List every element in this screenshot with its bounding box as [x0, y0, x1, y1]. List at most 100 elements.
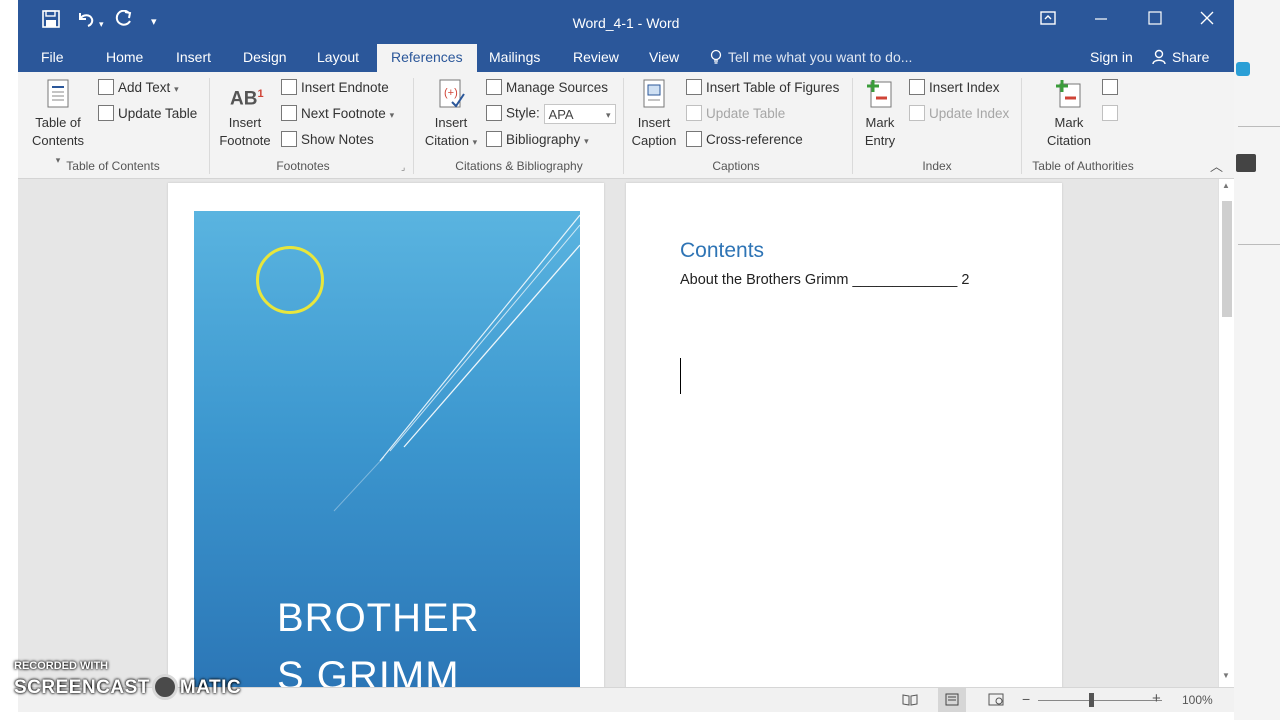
zoom-slider[interactable] — [1038, 700, 1162, 701]
style-selector[interactable]: Style: APA ▾ — [486, 104, 616, 124]
tab-references[interactable]: References — [377, 44, 477, 72]
mark-entry-button[interactable]: Mark Entry — [856, 78, 904, 150]
footnote-icon: AB1 — [230, 78, 264, 110]
update-table-figures-label: Update Table — [706, 106, 786, 121]
style-dropdown[interactable]: APA ▾ — [543, 104, 616, 124]
mark-entry-icon — [867, 80, 892, 108]
dropdown-arrow-icon: ▾ — [472, 137, 478, 147]
update-index-button[interactable]: Update Index — [909, 105, 1009, 123]
background-divider — [1238, 244, 1280, 245]
tell-me-box[interactable]: Tell me what you want to do... — [710, 44, 912, 70]
dropdown-arrow-icon: ▾ — [174, 84, 179, 94]
manage-sources-button[interactable]: Manage Sources — [486, 79, 608, 97]
web-layout-icon[interactable] — [988, 693, 1004, 709]
mark-entry-label-1: Mark — [865, 115, 895, 130]
add-text-button[interactable]: Add Text ▾ — [98, 79, 179, 98]
text-cursor — [680, 358, 681, 394]
dropdown-arrow-icon: ▾ — [584, 136, 589, 146]
insert-index-button[interactable]: Insert Index — [909, 79, 1000, 97]
next-footnote-button[interactable]: Next Footnote ▾ — [281, 105, 394, 124]
tab-layout[interactable]: Layout — [317, 44, 359, 72]
next-footnote-label: Next Footnote — [301, 106, 386, 121]
cover-background: BROTHER S GRIMM — [194, 211, 580, 687]
close-icon[interactable] — [1200, 10, 1214, 30]
dropdown-arrow-icon: ▾ — [606, 110, 611, 120]
group-label-citations: Citations & Bibliography — [455, 159, 583, 173]
insert-index-icon — [909, 79, 925, 95]
add-text-label: Add Text — [118, 80, 171, 95]
background-window-strip — [1234, 0, 1280, 720]
tab-insert[interactable]: Insert — [176, 44, 211, 72]
background-divider — [1238, 126, 1280, 127]
insert-endnote-button[interactable]: Insert Endnote — [281, 79, 389, 97]
insert-endnote-label: Insert Endnote — [301, 80, 389, 95]
update-table-figures-button[interactable]: Update Table — [686, 105, 785, 123]
comment-icon — [1236, 154, 1256, 172]
update-table-icon — [686, 105, 702, 121]
contents-page[interactable]: Contents About the Brothers Grimm ______… — [626, 183, 1062, 687]
tab-home[interactable]: Home — [106, 44, 143, 72]
mouse-cursor-highlight — [256, 246, 324, 314]
mark-citation-button[interactable]: Mark Citation — [1040, 78, 1098, 150]
dropdown-arrow-icon: ▾ — [389, 110, 395, 120]
insert-footnote-button[interactable]: AB1 Insert Footnote — [216, 78, 274, 150]
insert-caption-icon — [643, 79, 665, 108]
manage-sources-label: Manage Sources — [506, 80, 609, 95]
tab-design[interactable]: Design — [243, 44, 287, 72]
cover-title-line2: S GRIMM — [277, 654, 460, 687]
watermark-matic: MATIC — [179, 677, 242, 698]
svg-text:(+): (+) — [444, 87, 458, 99]
tab-file[interactable]: File — [41, 44, 64, 72]
update-table-button[interactable]: Update Table — [98, 105, 197, 123]
print-layout-icon[interactable] — [938, 688, 966, 712]
sign-in-link[interactable]: Sign in — [1090, 44, 1133, 72]
toc-entry[interactable]: About the Brothers Grimm _____________ 2 — [680, 272, 969, 288]
update-table-icon — [98, 105, 114, 121]
tab-review[interactable]: Review — [573, 44, 619, 72]
share-button[interactable]: Share — [1152, 44, 1209, 72]
zoom-out-icon[interactable]: − — [1022, 691, 1030, 707]
minimize-icon[interactable] — [1094, 10, 1108, 30]
add-text-icon — [98, 79, 114, 95]
tab-view[interactable]: View — [649, 44, 679, 72]
maximize-icon[interactable] — [1148, 10, 1162, 30]
zoom-level[interactable]: 100% — [1182, 693, 1213, 707]
insert-citation-button[interactable]: (+) Insert Citation ▾ — [420, 78, 482, 151]
update-table-of-authorities-button[interactable] — [1102, 105, 1122, 123]
cross-reference-button[interactable]: Cross-reference — [686, 131, 803, 149]
dialog-launcher-icon[interactable]: ⌟ — [401, 162, 405, 173]
insert-footnote-label-2: Footnote — [219, 133, 271, 148]
insert-tof-label: Insert Table of Figures — [706, 80, 840, 95]
show-notes-button[interactable]: Show Notes — [281, 131, 374, 149]
bibliography-button[interactable]: Bibliography ▾ — [486, 131, 589, 150]
table-of-figures-icon — [686, 79, 702, 95]
update-index-icon — [909, 105, 925, 121]
watermark-line1: RECORDED WITH — [14, 660, 109, 672]
style-label: Style: — [506, 105, 540, 121]
update-index-label: Update Index — [929, 106, 1010, 121]
table-of-contents-button[interactable]: Table of Contents ▾ — [32, 78, 84, 169]
ribbon-display-options-icon[interactable] — [1040, 10, 1056, 30]
scroll-down-icon[interactable]: ▼ — [1222, 671, 1230, 680]
lightbulb-icon — [710, 49, 722, 64]
cross-reference-label: Cross-reference — [706, 132, 803, 147]
scroll-up-icon[interactable]: ▲ — [1222, 181, 1230, 190]
insert-table-of-figures-button[interactable]: Insert Table of Figures — [686, 79, 839, 97]
vertical-scrollbar[interactable]: ▲ ▼ — [1218, 179, 1234, 687]
insert-table-of-authorities-button[interactable] — [1102, 79, 1122, 97]
collapse-ribbon-icon[interactable]: ︿ — [1210, 156, 1223, 175]
tab-mailings[interactable]: Mailings — [489, 44, 540, 72]
cross-reference-icon — [686, 131, 702, 147]
word-window: ▾ ▾ Word_4-1 - Word File Home Insert Des… — [18, 0, 1234, 712]
insert-caption-button[interactable]: Insert Caption — [628, 78, 680, 150]
cover-page: BROTHER S GRIMM — [168, 183, 604, 687]
insert-citation-icon: (+) — [439, 79, 465, 108]
zoom-slider-thumb[interactable] — [1089, 693, 1094, 707]
scrollbar-thumb[interactable] — [1222, 201, 1232, 317]
group-label-captions: Captions — [712, 159, 760, 173]
zoom-in-icon[interactable]: + — [1152, 690, 1161, 707]
group-separator — [1021, 78, 1022, 174]
group-label-authorities: Table of Authorities — [1032, 159, 1134, 173]
read-mode-icon[interactable] — [902, 693, 918, 709]
style-icon — [486, 104, 502, 121]
